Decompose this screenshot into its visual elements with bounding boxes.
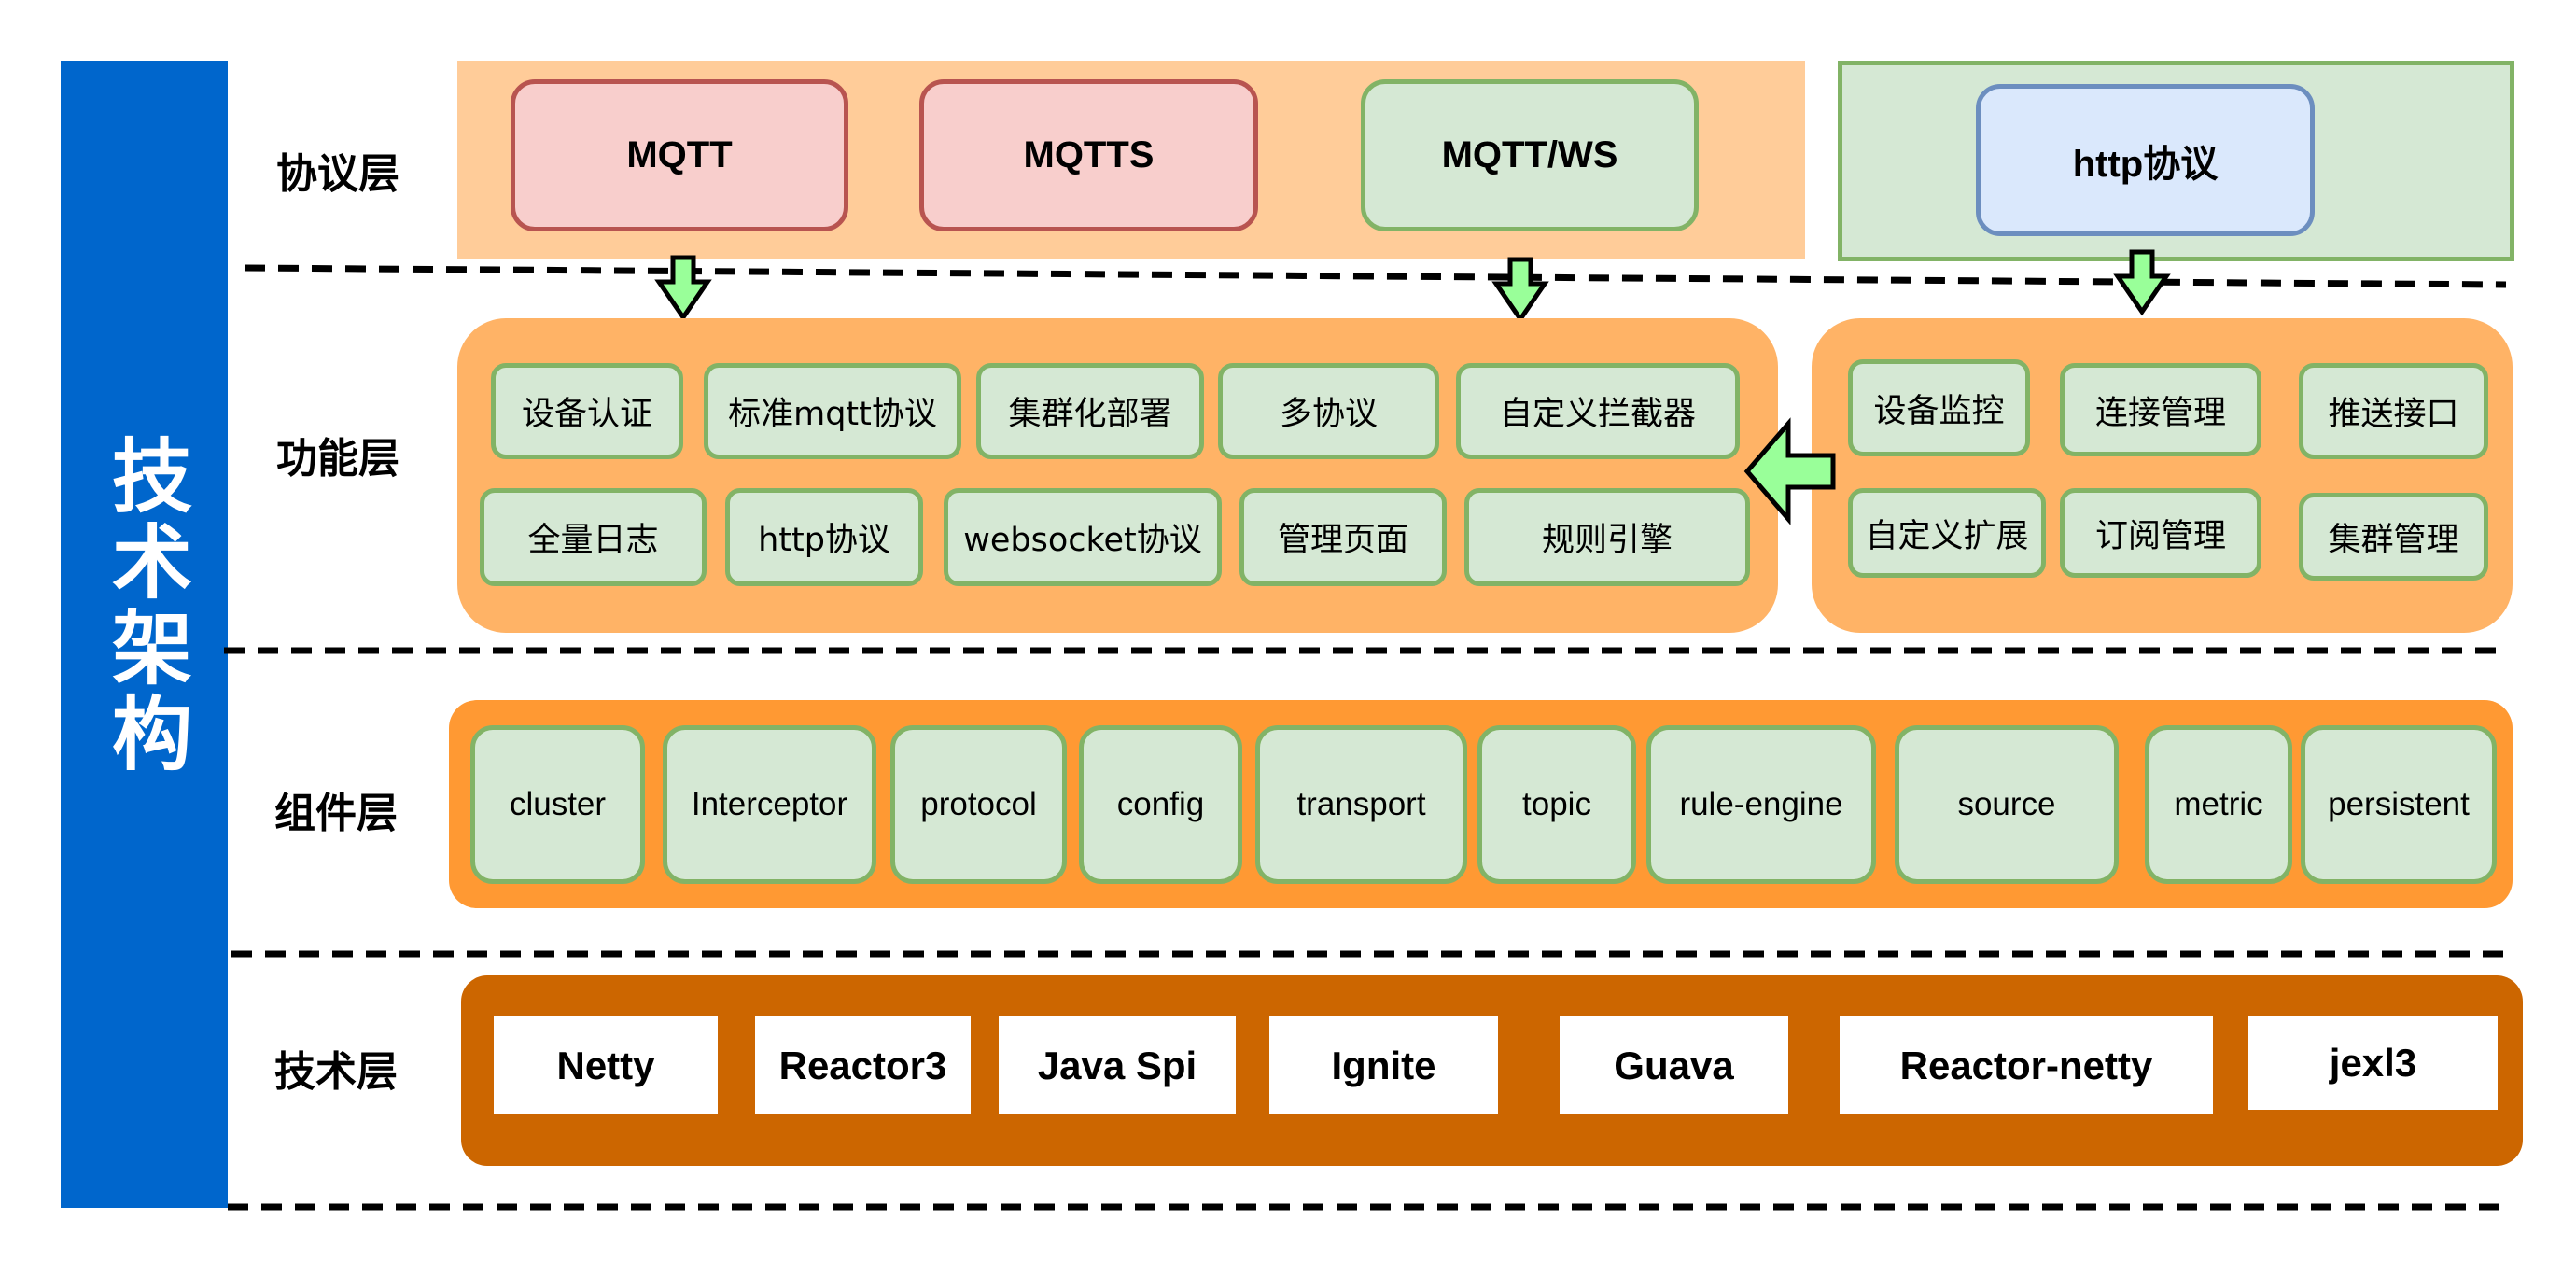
feature-item: 管理页面 (1239, 488, 1447, 586)
arrow-down-icon (654, 255, 712, 322)
feature-item: 多协议 (1218, 363, 1439, 459)
component-item: Interceptor (663, 725, 876, 884)
technology-item: Guava (1560, 1016, 1788, 1114)
feature-item: 标准mqtt协议 (704, 363, 961, 459)
component-item: source (1895, 725, 2119, 884)
protocol-mqtt: MQTT (511, 79, 848, 231)
component-item: persistent (2301, 725, 2497, 884)
feature-item: 连接管理 (2060, 363, 2261, 456)
component-item: cluster (470, 725, 645, 884)
feature-item: 全量日志 (480, 488, 707, 586)
technology-item: Java Spi (999, 1016, 1236, 1114)
protocol-mqtts: MQTTS (919, 79, 1258, 231)
component-item: rule-engine (1646, 725, 1876, 884)
feature-item: 规则引擎 (1464, 488, 1750, 586)
component-item: config (1079, 725, 1242, 884)
component-item: topic (1477, 725, 1636, 884)
technology-item: Netty (494, 1016, 718, 1114)
component-item: metric (2145, 725, 2292, 884)
feature-item: 集群管理 (2299, 493, 2488, 581)
feature-item: 设备认证 (491, 363, 683, 459)
feature-item: 推送接口 (2299, 363, 2488, 459)
technology-item: Reactor-netty (1840, 1016, 2213, 1114)
protocol-mqtt-ws: MQTT/WS (1361, 79, 1699, 231)
feature-item: websocket协议 (944, 488, 1222, 586)
component-item: protocol (890, 725, 1067, 884)
technology-item: Reactor3 (755, 1016, 971, 1114)
arrow-down-icon (2113, 249, 2171, 316)
arrow-down-icon (1491, 257, 1549, 324)
feature-item: http协议 (725, 488, 923, 586)
feature-item: 订阅管理 (2060, 488, 2261, 578)
arrow-left-icon (1743, 417, 1836, 525)
feature-item: 集群化部署 (976, 363, 1204, 459)
component-item: transport (1255, 725, 1467, 884)
feature-item: 设备监控 (1848, 359, 2030, 456)
feature-item: 自定义拦截器 (1456, 363, 1740, 459)
technology-item: Ignite (1269, 1016, 1498, 1114)
technology-item: jexl3 (2248, 1016, 2498, 1110)
feature-item: 自定义扩展 (1848, 488, 2046, 578)
protocol-http: http协议 (1976, 84, 2315, 236)
